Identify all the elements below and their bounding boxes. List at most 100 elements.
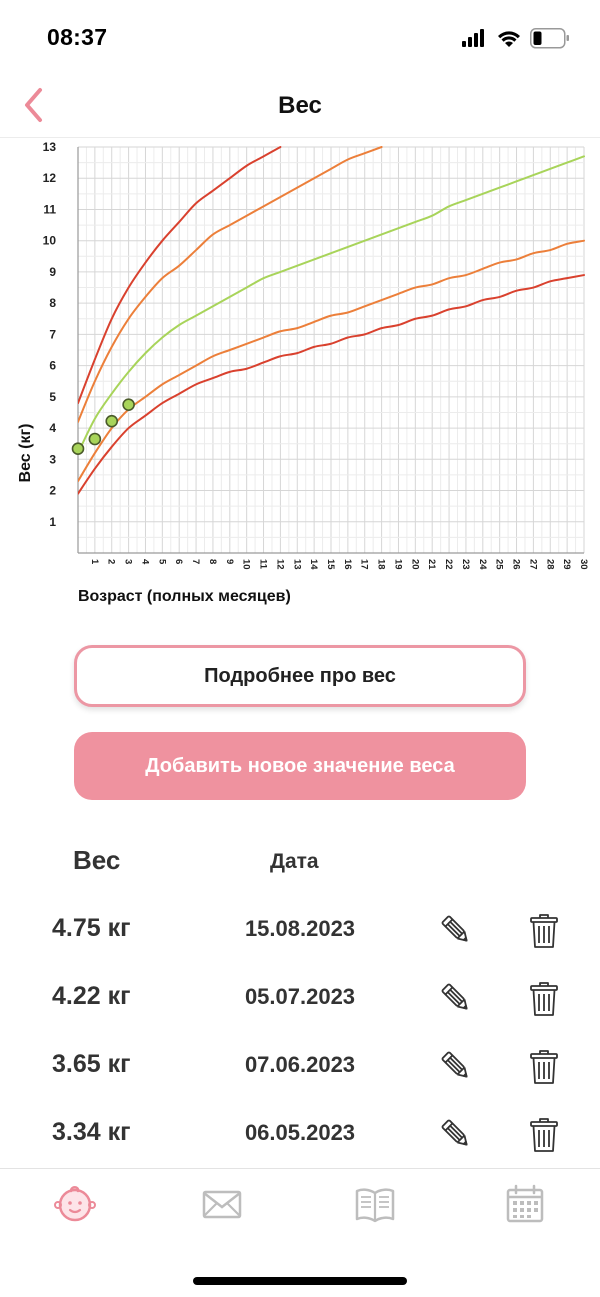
row-date: 06.05.2023 — [244, 1120, 356, 1145]
weight-data-point — [71, 442, 85, 455]
x-tick-label: 7 — [190, 559, 201, 564]
x-tick-label: 9 — [224, 559, 235, 564]
x-tick-label: 8 — [207, 559, 218, 564]
baby-face-icon — [54, 1186, 96, 1222]
status-icons — [462, 28, 569, 49]
y-tick-label: 3 — [49, 452, 56, 466]
home-indicator — [193, 1277, 407, 1285]
x-tick-label: 26 — [511, 559, 522, 570]
y-tick-label: 9 — [49, 265, 56, 279]
pencil-icon — [441, 983, 468, 1010]
x-tick-label: 15 — [325, 559, 336, 570]
chart-grid — [77, 146, 585, 554]
tab-calendar[interactable] — [503, 1183, 547, 1225]
y-tick-label: 13 — [43, 140, 57, 154]
x-tick-label: 27 — [527, 559, 538, 570]
y-axis-label: Вес (кг) — [17, 424, 34, 483]
tab-journal[interactable] — [353, 1183, 397, 1225]
x-tick-label: 4 — [139, 559, 150, 565]
edit-button[interactable] — [438, 912, 474, 948]
x-tick-label: 11 — [258, 559, 269, 570]
pencil-icon — [441, 1051, 468, 1078]
table-row: 3.34 кг 06.05.2023 — [0, 1106, 600, 1166]
x-tick-label: 3 — [123, 559, 134, 564]
x-tick-label: 28 — [544, 559, 555, 570]
row-date: 07.06.2023 — [244, 1052, 356, 1077]
x-tick-label: 14 — [308, 559, 319, 570]
x-tick-label: 21 — [426, 559, 437, 570]
y-tick-label: 10 — [43, 234, 57, 248]
x-tick-label: 29 — [561, 559, 572, 570]
tab-messages[interactable] — [200, 1183, 244, 1225]
x-tick-label: 13 — [291, 559, 302, 570]
trash-icon — [530, 1118, 558, 1152]
book-icon — [355, 1188, 395, 1223]
y-tick-label: 4 — [49, 421, 56, 435]
trash-icon — [530, 1050, 558, 1084]
x-tick-label: 1 — [89, 559, 100, 565]
weight-data-point — [88, 432, 102, 446]
weight-column-header: Вес — [73, 845, 121, 875]
y-tick-label: 7 — [49, 327, 56, 341]
table-row: 4.75 кг 15.08.2023 — [0, 902, 600, 962]
pencil-icon — [441, 1119, 468, 1146]
y-tick-label: 11 — [43, 202, 56, 216]
table-row: 4.22 кг 05.07.2023 — [0, 970, 600, 1030]
edit-button[interactable] — [438, 980, 474, 1016]
row-weight: 3.65 кг — [52, 1050, 131, 1078]
y-tick-label: 1 — [49, 515, 56, 529]
weight-chart: 1 2 3 4 5 6 7 8 9 10 11 12 13 1 2 3 4 5 6 7 8 9 10 11 12 13 14 15 16… — [0, 139, 600, 619]
x-tick-label: 6 — [173, 559, 184, 564]
x-tick-label: 23 — [460, 559, 471, 570]
weight-details-button[interactable]: Подробнее про вес — [74, 645, 526, 707]
x-tick-label: 17 — [359, 559, 370, 570]
wifi-icon — [498, 31, 520, 47]
trash-icon — [530, 982, 558, 1016]
y-tick-label: 12 — [43, 171, 57, 185]
x-tick-label: 18 — [376, 559, 387, 570]
nav-bar: Вес — [0, 76, 600, 138]
x-tick-label: 16 — [342, 559, 353, 570]
x-tick-label: 22 — [443, 559, 454, 570]
y-tick-label: 6 — [49, 359, 56, 373]
y-tick-label: 8 — [49, 296, 56, 310]
delete-button[interactable] — [528, 980, 560, 1018]
edit-button[interactable] — [438, 1116, 474, 1152]
x-tick-label: 5 — [156, 559, 167, 565]
status-time: 08:37 — [47, 24, 108, 50]
delete-button[interactable] — [528, 1116, 560, 1154]
envelope-icon — [202, 1190, 242, 1219]
row-weight: 3.34 кг — [52, 1118, 131, 1146]
x-tick-label: 30 — [578, 559, 589, 570]
x-axis-label: Возраст (полных месяцев) — [78, 588, 291, 605]
edit-button[interactable] — [438, 1048, 474, 1084]
row-weight: 4.22 кг — [52, 982, 131, 1010]
weight-data-point — [105, 414, 119, 428]
row-date: 05.07.2023 — [244, 984, 356, 1009]
y-tick-label: 2 — [49, 484, 56, 498]
x-tick-label: 20 — [409, 559, 420, 570]
x-tick-label: 12 — [274, 559, 285, 570]
pencil-icon — [441, 915, 468, 942]
status-bar: 08:37 — [0, 0, 600, 76]
x-tick-label: 10 — [241, 559, 252, 570]
battery-icon — [530, 28, 569, 49]
x-tick-label: 2 — [106, 559, 117, 564]
x-tick-label: 19 — [392, 559, 403, 570]
table-row: 3.65 кг 07.06.2023 — [0, 1038, 600, 1098]
y-tick-label: 5 — [49, 390, 56, 404]
x-tick-label: 24 — [477, 559, 488, 570]
row-date: 15.08.2023 — [244, 916, 356, 941]
cellular-signal-icon — [462, 29, 484, 47]
trash-icon — [530, 914, 558, 948]
date-column-header: Дата — [270, 850, 319, 873]
delete-button[interactable] — [528, 912, 560, 950]
add-weight-button[interactable]: Добавить новое значение веса — [74, 732, 526, 800]
delete-button[interactable] — [528, 1048, 560, 1086]
weight-data-point — [122, 398, 135, 411]
x-tick-label: 25 — [494, 559, 505, 570]
row-weight: 4.75 кг — [52, 914, 131, 942]
tab-baby[interactable] — [53, 1183, 97, 1225]
calendar-icon — [506, 1184, 544, 1223]
weight-chart-svg: 123456789101112131 2 3 4 5 6 7 8 9 10 11 12 13 14 15 16… — [17, 140, 589, 605]
